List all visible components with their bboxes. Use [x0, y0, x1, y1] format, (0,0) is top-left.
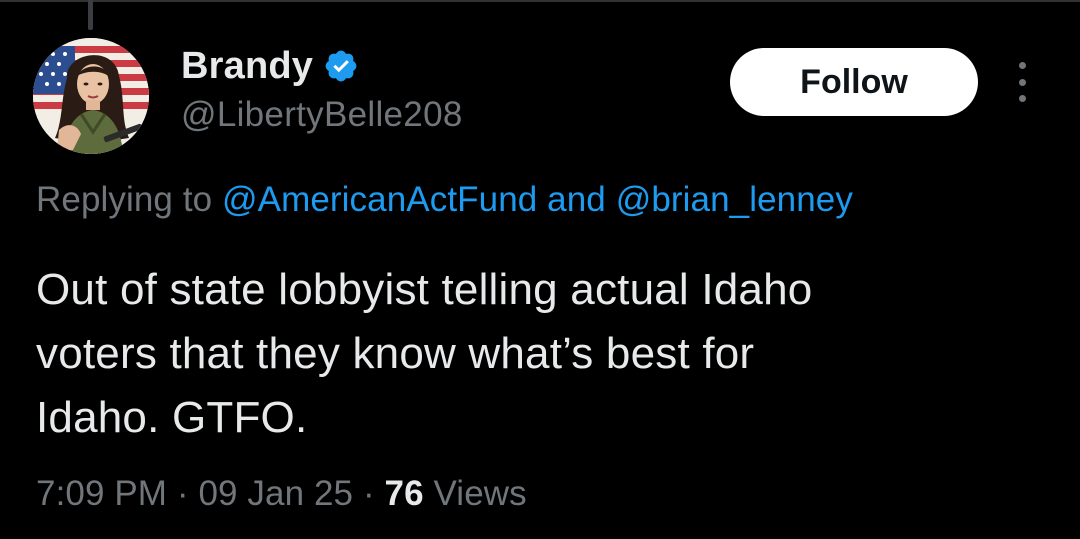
- tweet-text-line: Idaho. GTFO.: [36, 393, 308, 442]
- author-name-row: Brandy: [181, 44, 359, 88]
- more-vertical-icon[interactable]: [1010, 62, 1034, 102]
- tweet-meta-row: 7:09 PM · 09 Jan 25 · 76 Views: [36, 474, 527, 514]
- mention-brian-lenney[interactable]: @brian_lenney: [616, 180, 853, 219]
- mention-americanactfund[interactable]: @AmericanActFund: [222, 180, 537, 219]
- author-display-name[interactable]: Brandy: [181, 45, 313, 88]
- mention-conjunction[interactable]: and: [547, 180, 606, 219]
- meta-separator: ·: [362, 474, 375, 513]
- replying-to-label: Replying to: [36, 180, 213, 219]
- tweet-text-line: voters that they know what’s best for: [36, 329, 755, 378]
- views-label: Views: [433, 474, 527, 513]
- verified-badge-icon: [323, 48, 359, 84]
- tweet-time[interactable]: 7:09 PM: [36, 474, 167, 513]
- tweet-date[interactable]: 09 Jan 25: [198, 474, 353, 513]
- tweet-text: Out of state lobbyist telling actual Ida…: [36, 258, 1036, 450]
- views-count: 76: [384, 474, 424, 513]
- avatar[interactable]: [33, 38, 149, 154]
- follow-button[interactable]: Follow: [730, 48, 978, 116]
- top-divider: [0, 0, 1080, 2]
- replying-to-line: Replying to @AmericanActFund and @brian_…: [36, 180, 853, 220]
- tweet-text-line: Out of state lobbyist telling actual Ida…: [36, 265, 813, 314]
- thread-connector-line: [88, 0, 93, 30]
- meta-separator: ·: [176, 474, 189, 513]
- author-handle[interactable]: @LibertyBelle208: [181, 95, 463, 135]
- avatar-illustration: [33, 38, 149, 154]
